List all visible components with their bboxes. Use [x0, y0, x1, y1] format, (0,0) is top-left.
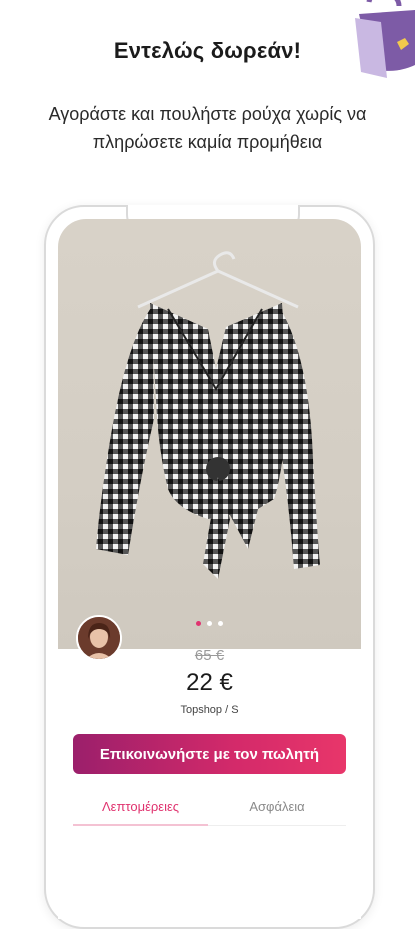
phone-mockup: 65 € 22 € Topshop / S Επικοινωνήστε με τ… — [44, 205, 375, 929]
tab-divider — [208, 825, 346, 826]
tab-details[interactable]: Λεπτομέρειες — [73, 799, 208, 814]
tab-safety[interactable]: Ασφάλεια — [208, 799, 346, 814]
pager-dot[interactable] — [218, 621, 223, 626]
brand-size: Topshop / S — [180, 704, 239, 716]
contact-seller-button[interactable]: Επικοινωνήστε με τον πωλητή — [73, 734, 346, 774]
pager-dot[interactable] — [207, 621, 212, 626]
active-tab-indicator — [73, 824, 208, 826]
blouse-image — [96, 251, 320, 579]
original-price: 65 € — [194, 647, 225, 664]
current-price: 22 € — [186, 669, 233, 696]
pager-dot[interactable] — [196, 621, 201, 626]
phone-screen: 65 € 22 € Topshop / S Επικοινωνήστε με τ… — [58, 219, 361, 919]
page-subtitle: Αγοράστε και πουλήστε ρούχα χωρίς να πλη… — [48, 104, 367, 152]
product-photo[interactable] — [58, 219, 361, 649]
page-headline: Εντελώς δωρεάν! — [113, 38, 302, 63]
